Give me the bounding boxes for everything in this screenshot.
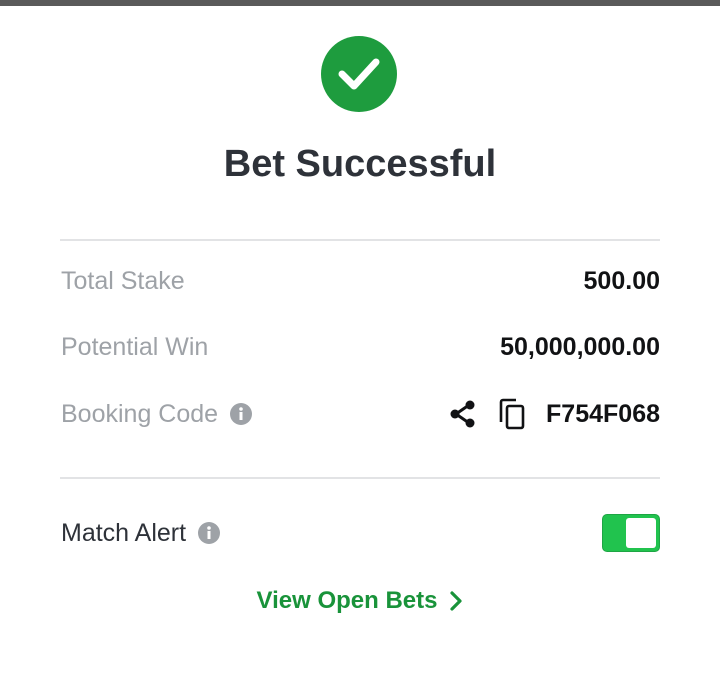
potential-win-value: 50,000,000.00: [500, 332, 660, 361]
total-stake-row: Total Stake 500.00: [61, 261, 660, 301]
booking-code-label-group: Booking Code: [61, 399, 253, 429]
info-icon: [207, 526, 211, 539]
potential-win-row: Potential Win 50,000,000.00: [61, 327, 660, 367]
top-bar: [0, 0, 720, 6]
toggle-knob: [626, 518, 656, 548]
booking-code-label: Booking Code: [61, 399, 219, 428]
potential-win-label: Potential Win: [61, 332, 209, 361]
match-alert-toggle[interactable]: [602, 514, 660, 552]
match-alert-info-icon[interactable]: [198, 522, 221, 544]
info-icon: [239, 407, 243, 420]
total-stake-label: Total Stake: [61, 266, 185, 295]
booking-code-info-icon[interactable]: [230, 403, 253, 425]
view-open-bets-label: View Open Bets: [256, 587, 438, 614]
booking-code-value-group: F754F068: [448, 398, 660, 430]
share-icon[interactable]: [448, 399, 478, 429]
divider-bottom: [60, 477, 660, 479]
checkmark-icon: [338, 58, 380, 90]
copy-icon[interactable]: [498, 398, 526, 430]
match-alert-label-group: Match Alert: [61, 518, 221, 548]
success-check-icon: [321, 36, 397, 112]
match-alert-label: Match Alert: [61, 518, 187, 547]
dialog-title: Bet Successful: [223, 143, 497, 185]
chevron-right-icon: [449, 590, 463, 612]
total-stake-value: 500.00: [583, 266, 660, 295]
view-open-bets-link[interactable]: View Open Bets: [0, 587, 720, 615]
booking-code-value[interactable]: F754F068: [546, 400, 660, 429]
booking-code-row: Booking Code F754F068: [61, 394, 660, 434]
divider-top: [60, 239, 660, 241]
match-alert-row: Match Alert: [61, 513, 660, 553]
